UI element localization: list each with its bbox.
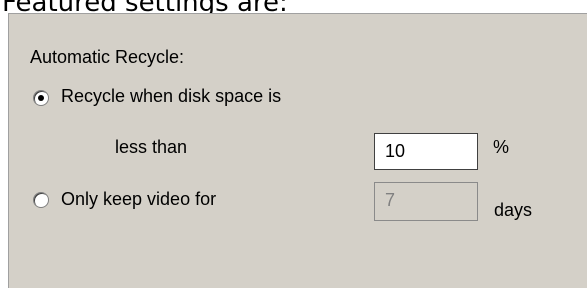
radio-selected-dot [38, 95, 44, 101]
recycle-disk-space-radio[interactable] [33, 90, 49, 106]
keep-video-radio[interactable] [33, 192, 49, 208]
percent-unit-label: % [493, 137, 510, 157]
recycle-settings-panel: Automatic Recycle: Recycle when disk spa… [8, 13, 587, 288]
recycle-disk-space-label[interactable]: Recycle when disk space is [61, 86, 281, 107]
percent-input[interactable]: 10 [374, 133, 478, 170]
days-input[interactable]: 7 [374, 182, 478, 221]
less-than-label: less than [115, 137, 188, 157]
days-unit-label: days [494, 200, 533, 220]
automatic-recycle-label: Automatic Recycle: [30, 47, 185, 67]
keep-video-label[interactable]: Only keep video for [61, 189, 216, 210]
